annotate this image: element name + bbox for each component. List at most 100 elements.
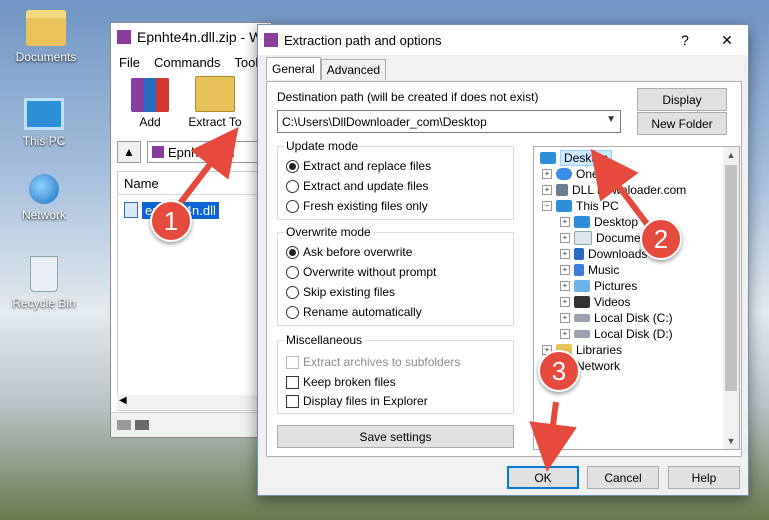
help-title-button[interactable]: ? xyxy=(664,25,706,55)
tree-item-pictures[interactable]: + Pictures xyxy=(560,278,637,294)
close-icon[interactable]: ✕ xyxy=(706,25,748,55)
tree-item-music[interactable]: + Music xyxy=(560,262,619,278)
expand-icon[interactable]: + xyxy=(542,185,552,195)
menu-file[interactable]: File xyxy=(119,55,140,70)
destination-path-combo[interactable]: C:\Users\DllDownloader_com\Desktop ▼ xyxy=(277,110,621,133)
desktop-icon xyxy=(540,152,556,164)
network-icon xyxy=(29,174,59,204)
horizontal-scrollbar[interactable]: ◀ xyxy=(117,395,271,409)
radio-indicator[interactable] xyxy=(286,179,299,193)
expand-icon[interactable]: + xyxy=(560,329,570,339)
extract-to-button[interactable]: Extract To xyxy=(185,76,245,129)
desktop-icon-this-pc[interactable]: This PC xyxy=(4,92,84,148)
checkbox-keep-broken-files[interactable]: Keep broken files xyxy=(286,375,396,389)
expand-icon[interactable]: + xyxy=(560,217,570,227)
list-item[interactable]: epnhte4n.dll xyxy=(124,201,270,219)
scroll-down-icon[interactable]: ▼ xyxy=(723,433,739,449)
checkbox-display-in-explorer[interactable]: Display files in Explorer xyxy=(286,394,428,408)
tree-item-downloads[interactable]: + Downloads xyxy=(560,246,647,262)
documents-icon xyxy=(574,231,592,245)
radio-overwrite-without-prompt[interactable]: Overwrite without prompt xyxy=(286,265,436,279)
folder-tree[interactable]: Desktop + OneD + DLL Downloader.com − Th… xyxy=(533,146,740,450)
checkbox-label: Extract archives to subfolders xyxy=(303,355,461,369)
chevron-down-icon[interactable]: ▼ xyxy=(606,114,616,125)
radio-skip-existing[interactable]: Skip existing files xyxy=(286,285,395,299)
pictures-icon xyxy=(574,280,590,292)
tree-item-local-disk-d[interactable]: + Local Disk (D:) xyxy=(560,326,673,342)
radio-indicator[interactable] xyxy=(286,199,299,213)
tree-scrollbar[interactable]: ▲ ▼ xyxy=(723,147,739,449)
tab-general[interactable]: General xyxy=(266,57,321,80)
collapse-icon[interactable]: − xyxy=(542,201,552,211)
menu-commands[interactable]: Commands xyxy=(154,55,220,70)
expand-icon[interactable]: + xyxy=(542,169,552,179)
column-header-name[interactable]: Name xyxy=(118,172,270,195)
download-arrow-icon xyxy=(574,248,584,260)
dialog-titlebar: Extraction path and options ? ✕ xyxy=(258,25,748,55)
tree-item-videos[interactable]: + Videos xyxy=(560,294,630,310)
film-icon xyxy=(574,296,590,308)
music-note-icon xyxy=(574,264,584,276)
expand-icon[interactable]: + xyxy=(560,313,570,323)
radio-indicator[interactable] xyxy=(286,285,299,299)
display-button[interactable]: Display xyxy=(637,88,727,111)
save-settings-button[interactable]: Save settings xyxy=(277,425,514,448)
add-button[interactable]: Add xyxy=(125,78,175,129)
up-folder-button[interactable]: ▲ xyxy=(117,141,141,163)
tree-item-pc-desktop[interactable]: + Desktop xyxy=(560,214,638,230)
winrar-title: Epnhte4n.dll.zip - W xyxy=(137,29,263,45)
expand-icon[interactable]: + xyxy=(560,233,570,243)
tree-item-this-pc[interactable]: − This PC xyxy=(542,198,619,214)
tree-item-label: This PC xyxy=(576,199,619,213)
radio-indicator[interactable] xyxy=(286,265,299,279)
radio-indicator[interactable] xyxy=(286,305,299,319)
help-button[interactable]: Help xyxy=(668,466,740,489)
tree-item-label: Libraries xyxy=(576,343,623,357)
radio-extract-replace[interactable]: Extract and replace files xyxy=(286,159,431,173)
radio-indicator[interactable] xyxy=(286,159,299,173)
ok-button[interactable]: OK xyxy=(507,466,579,489)
desktop-icon-label: Network xyxy=(21,208,66,222)
tree-item-label: Desktop xyxy=(594,215,639,229)
desktop-icon xyxy=(574,216,590,228)
scroll-thumb[interactable] xyxy=(725,165,737,391)
checkbox-indicator[interactable] xyxy=(286,375,299,389)
tree-item-local-disk-c[interactable]: + Local Disk (C:) xyxy=(560,310,673,326)
scroll-up-icon[interactable]: ▲ xyxy=(723,147,739,163)
radio-label: Ask before overwrite xyxy=(303,245,413,259)
tree-item-dll-downloader[interactable]: + DLL Downloader.com xyxy=(542,182,686,198)
desktop-icon-label: Documents xyxy=(15,50,77,64)
destination-path-value: C:\Users\DllDownloader_com\Desktop xyxy=(282,114,487,129)
update-mode-title: Update mode xyxy=(284,139,361,153)
tree-item-desktop-root[interactable]: Desktop xyxy=(540,150,613,166)
checkbox-indicator[interactable] xyxy=(286,394,299,408)
checkbox-indicator[interactable] xyxy=(286,355,299,369)
desktop-icon-recycle-bin[interactable]: Recycle Bin xyxy=(4,256,84,310)
expand-icon[interactable]: + xyxy=(560,265,570,275)
address-field[interactable]: Epnhte4n.d xyxy=(147,141,271,163)
radio-rename-automatically[interactable]: Rename automatically xyxy=(286,305,422,319)
radio-indicator[interactable] xyxy=(286,245,299,259)
recycle-bin-icon xyxy=(30,256,58,292)
radio-fresh-existing[interactable]: Fresh existing files only xyxy=(286,199,428,213)
expand-icon[interactable]: + xyxy=(560,249,570,259)
expand-icon[interactable]: + xyxy=(560,297,570,307)
radio-label: Overwrite without prompt xyxy=(303,265,437,279)
checkbox-extract-to-subfolders[interactable]: Extract archives to subfolders xyxy=(286,355,460,369)
new-folder-button[interactable]: New Folder xyxy=(637,112,727,135)
radio-label: Extract and update files xyxy=(303,179,429,193)
radio-ask-before-overwrite[interactable]: Ask before overwrite xyxy=(286,245,412,259)
general-tab-page: Destination path (will be created if doe… xyxy=(266,81,742,457)
tree-item-label: OneD xyxy=(576,167,608,181)
desktop-icon-documents[interactable]: Documents xyxy=(6,10,86,64)
winrar-address-bar: ▲ Epnhte4n.d xyxy=(117,139,271,165)
tree-item-label: Local Disk (C:) xyxy=(594,311,673,325)
tree-item-onedrive[interactable]: + OneD xyxy=(542,166,607,182)
tree-item-label: Downloads xyxy=(588,247,648,261)
expand-icon[interactable]: + xyxy=(560,281,570,291)
tab-advanced[interactable]: Advanced xyxy=(320,59,387,80)
tree-item-label: Music xyxy=(588,263,620,277)
cancel-button[interactable]: Cancel xyxy=(587,466,659,489)
radio-extract-update[interactable]: Extract and update files xyxy=(286,179,428,193)
desktop-icon-network[interactable]: Network xyxy=(4,174,84,222)
